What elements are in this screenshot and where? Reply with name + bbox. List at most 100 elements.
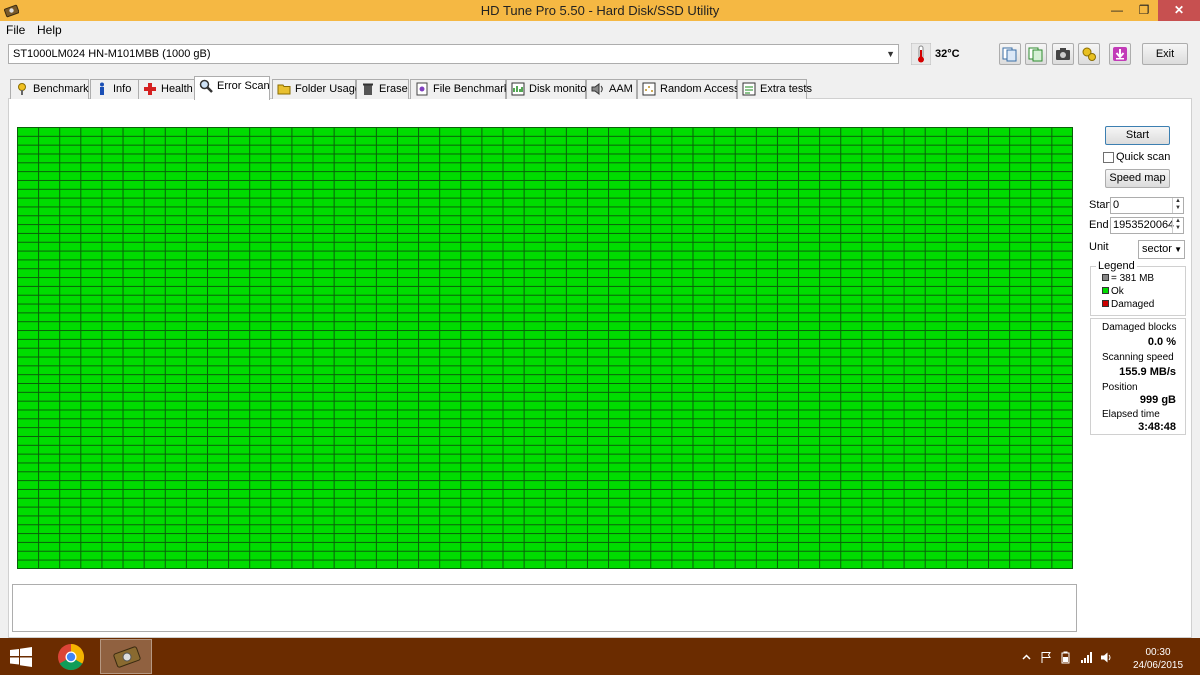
end-sector-input[interactable]: 1953520064 ▲ ▼ [1110, 217, 1184, 234]
legend-block-size-text: = 381 MB [1111, 273, 1155, 284]
screenshot-button[interactable] [1052, 43, 1074, 65]
tab-aam[interactable]: AAM [586, 79, 637, 99]
copy-info-icon [1002, 47, 1017, 62]
tab-file-benchmark-label: File Benchmark [433, 83, 510, 95]
toolbar: ST1000LM024 HN-M101MBB (1000 gB) ▼ 32°C [0, 40, 1200, 72]
tab-random-access[interactable]: Random Access [637, 79, 740, 99]
unit-label: Unit [1089, 241, 1109, 253]
show-hidden-icons-icon[interactable] [1020, 651, 1033, 664]
drive-select[interactable]: ST1000LM024 HN-M101MBB (1000 gB) ▼ [8, 44, 899, 64]
action-center-flag-icon[interactable] [1040, 651, 1053, 664]
end-sector-value: 1953520064 [1113, 219, 1175, 231]
copy-all-icon [1028, 47, 1043, 62]
start-scan-button[interactable]: Start [1105, 126, 1170, 145]
tab-info-label: Info [113, 83, 132, 95]
battery-icon[interactable] [1060, 651, 1073, 664]
info-icon [100, 82, 104, 95]
elapsed-time-value: 3:48:48 [1138, 421, 1176, 433]
tab-folder-usage-label: Folder Usage [295, 83, 362, 95]
save-button[interactable] [1109, 43, 1131, 65]
error-scan-block-map [17, 127, 1073, 569]
folder-icon [277, 84, 291, 95]
start-sector-input[interactable]: 0 ▲ ▼ [1110, 197, 1184, 214]
health-icon [144, 83, 156, 95]
hdtune-icon [113, 646, 141, 668]
elapsed-time-label: Elapsed time [1102, 409, 1160, 420]
legend-damaged: Damaged [1102, 299, 1154, 310]
chrome-icon[interactable] [56, 642, 86, 672]
chevron-down-icon: ▼ [1174, 245, 1182, 254]
tab-erase-label: Erase [379, 83, 408, 95]
position-value: 999 gB [1139, 394, 1176, 406]
menu-help[interactable]: Help [37, 23, 62, 37]
start-sector-label: Start [1089, 199, 1113, 211]
volume-icon[interactable] [1100, 651, 1113, 664]
erase-icon [363, 83, 373, 95]
speed-map-button[interactable]: Speed map [1105, 169, 1170, 188]
options-button[interactable] [1078, 43, 1100, 65]
menu-file[interactable]: File [6, 23, 25, 37]
random-access-icon [642, 82, 656, 96]
tab-extra-tests-label: Extra tests [760, 83, 812, 95]
scanning-speed-label: Scanning speed [1102, 352, 1174, 363]
disk-monitor-icon [511, 82, 525, 96]
benchmark-icon [18, 83, 26, 95]
spinner-arrows-icon[interactable]: ▲ ▼ [1172, 218, 1183, 233]
window-title: HD Tune Pro 5.50 - Hard Disk/SSD Utility [480, 3, 720, 18]
taskbar [0, 638, 1200, 675]
quick-scan-checkbox[interactable] [1103, 152, 1114, 163]
minimize-button[interactable]: — [1104, 0, 1130, 21]
scan-log-box [12, 584, 1077, 632]
close-button[interactable]: ✕ [1158, 0, 1200, 21]
legend-ok-text: Ok [1111, 286, 1124, 297]
menu-bar: File Help [0, 21, 1200, 39]
quick-scan-label: Quick scan [1116, 151, 1171, 163]
tab-error-scan-label: Error Scan [217, 80, 270, 92]
damaged-blocks-label: Damaged blocks [1102, 322, 1177, 333]
unit-select[interactable]: sector ▼ [1138, 240, 1185, 259]
position-label: Position [1102, 382, 1138, 393]
unit-select-value: sector [1142, 243, 1172, 255]
screenshot-icon [1056, 48, 1070, 60]
tab-random-access-label: Random Access [660, 83, 740, 95]
tab-error-scan[interactable]: Error Scan [194, 76, 270, 100]
tab-health-label: Health [161, 83, 193, 95]
save-icon [1113, 47, 1127, 61]
drive-select-value: ST1000LM024 HN-M101MBB (1000 gB) [13, 48, 211, 60]
legend-damaged-text: Damaged [1111, 299, 1155, 310]
ok-swatch-icon [1102, 287, 1109, 294]
damaged-blocks-value: 0.0 % [1147, 336, 1176, 348]
tab-folder-usage[interactable]: Folder Usage [272, 79, 361, 99]
aam-icon [591, 83, 603, 95]
exit-button[interactable]: Exit [1142, 43, 1188, 65]
taskbar-clock[interactable]: 00:30 24/06/2015 [1130, 646, 1186, 672]
network-signal-icon[interactable] [1080, 651, 1093, 664]
options-icon [1082, 47, 1096, 61]
tab-extra-tests[interactable]: Extra tests [737, 79, 812, 99]
temperature-value: 32°C [935, 48, 960, 60]
tab-erase[interactable]: Erase [356, 79, 409, 99]
block-swatch-icon [1102, 274, 1109, 281]
tab-disk-monitor[interactable]: Disk monitor [506, 79, 590, 99]
tab-health[interactable]: Health [138, 79, 200, 99]
spinner-arrows-icon[interactable]: ▲ ▼ [1172, 198, 1183, 213]
tab-benchmark-label: Benchmark [33, 83, 89, 95]
error-scan-icon [199, 79, 213, 93]
copy-all-button[interactable] [1025, 43, 1047, 65]
clock-time: 00:30 [1145, 647, 1171, 658]
legend-title: Legend [1096, 260, 1137, 272]
maximize-button[interactable]: ❐ [1131, 0, 1157, 21]
copy-info-button[interactable] [999, 43, 1021, 65]
taskbar-hdtune-button[interactable] [100, 639, 152, 674]
scanning-speed-value: 155.9 MB/s [1119, 366, 1176, 378]
title-bar: HD Tune Pro 5.50 - Hard Disk/SSD Utility… [0, 0, 1200, 21]
tab-info[interactable]: Info [90, 79, 145, 99]
tab-disk-monitor-label: Disk monitor [529, 83, 591, 95]
start-sector-value: 0 [1113, 199, 1120, 211]
extra-tests-icon [742, 82, 756, 96]
windows-start-icon[interactable] [8, 646, 34, 668]
damaged-swatch-icon [1102, 300, 1109, 307]
tab-file-benchmark[interactable]: File Benchmark [410, 79, 510, 99]
tab-benchmark[interactable]: Benchmark [10, 79, 89, 99]
legend-ok: Ok [1102, 286, 1124, 297]
